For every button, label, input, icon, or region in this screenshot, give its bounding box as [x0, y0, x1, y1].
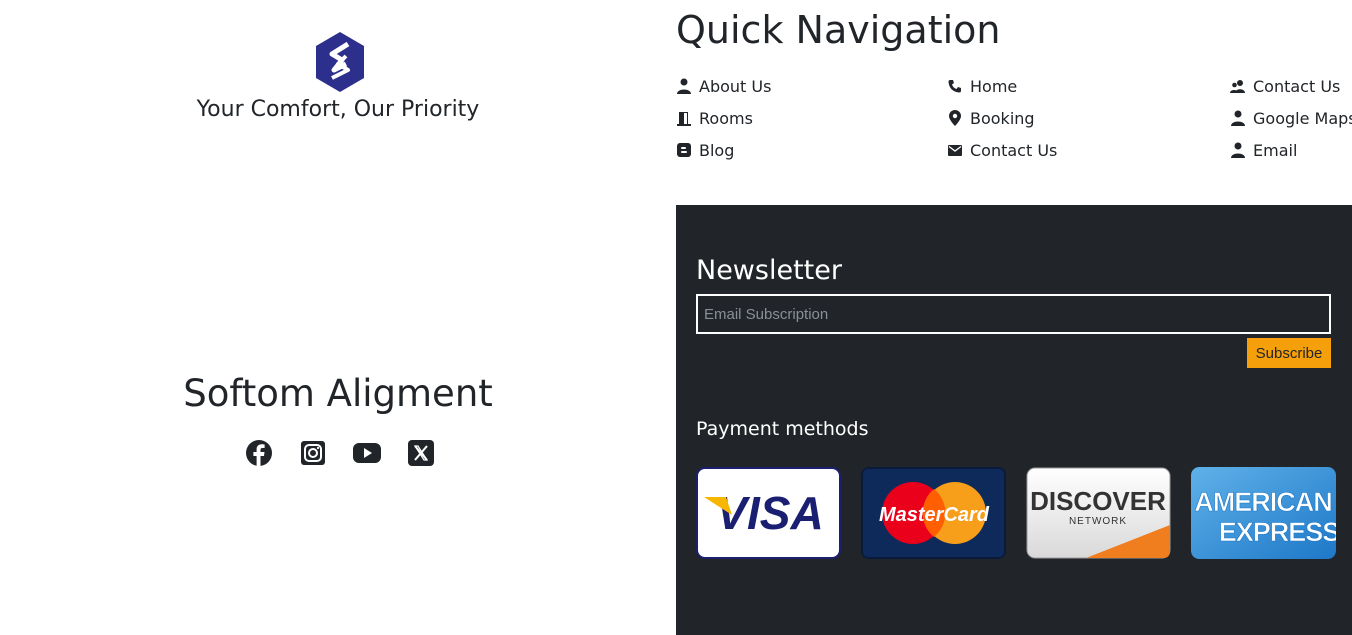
nav-link-label: Contact Us	[1253, 76, 1341, 96]
nav-link-contact-us-2[interactable]: Contact Us	[1230, 70, 1352, 102]
map-pin-icon	[947, 110, 963, 126]
mastercard-logo-text: MasterCard	[879, 504, 990, 526]
person-icon	[676, 78, 692, 94]
mastercard-card: MasterCard	[861, 467, 1006, 559]
person-icon	[1230, 110, 1246, 126]
tagline: Your Comfort, Our Priority	[196, 97, 480, 122]
email-subscription-input[interactable]	[696, 294, 1331, 334]
people-icon	[1230, 78, 1246, 94]
visa-logo-text: VISA	[716, 487, 823, 539]
nav-link-about-us[interactable]: About Us	[676, 70, 771, 102]
nav-link-label: Rooms	[699, 108, 753, 128]
quick-nav-column-3: Contact Us Google Maps Email	[1230, 70, 1352, 166]
social-links	[244, 438, 436, 468]
door-icon	[676, 110, 692, 126]
subscribe-button[interactable]: Subscribe	[1247, 338, 1331, 368]
nav-link-label: Contact Us	[970, 140, 1058, 160]
nav-link-home[interactable]: Home	[947, 70, 1057, 102]
amex-logo-text-1: AMERICAN	[1194, 487, 1332, 517]
nav-link-label: Booking	[970, 108, 1035, 128]
nav-link-email[interactable]: Email	[1230, 134, 1352, 166]
discover-logo-text: DISCOVER	[1030, 486, 1166, 516]
discover-network-text: NETWORK	[1069, 516, 1127, 527]
nav-link-label: About Us	[699, 76, 772, 96]
nav-link-contact-us[interactable]: Contact Us	[947, 134, 1057, 166]
person-icon	[1230, 142, 1246, 158]
nav-link-label: Blog	[699, 140, 735, 160]
facebook-icon[interactable]	[244, 438, 274, 468]
envelope-icon	[947, 142, 963, 158]
phone-icon	[947, 78, 963, 94]
amex-logo-text-2: EXPRESS	[1219, 517, 1336, 547]
left-column: Your Comfort, Our Priority Softom Aligme…	[0, 0, 676, 635]
logo-icon	[312, 30, 368, 94]
nav-link-blog[interactable]: Blog	[676, 134, 771, 166]
nav-link-label: Google Maps	[1253, 108, 1352, 128]
payment-methods-title: Payment methods	[696, 418, 869, 440]
nav-link-rooms[interactable]: Rooms	[676, 102, 771, 134]
brand-name: Softom Aligment	[183, 372, 493, 415]
youtube-icon[interactable]	[352, 438, 382, 468]
amex-card: AMERICAN EXPRESS	[1191, 467, 1336, 559]
quick-nav-column-2: Home Booking Contact Us	[947, 70, 1057, 166]
x-icon[interactable]	[406, 438, 436, 468]
discover-card: DISCOVER NETWORK	[1026, 467, 1171, 559]
nav-link-google-maps[interactable]: Google Maps	[1230, 102, 1352, 134]
instagram-icon[interactable]	[298, 438, 328, 468]
nav-link-label: Home	[970, 76, 1018, 96]
newsletter-panel: Newsletter Subscribe Payment methods VIS…	[676, 205, 1352, 635]
quick-nav-column-1: About Us Rooms Blog	[676, 70, 771, 166]
payment-cards: VISA MasterCard DISCOVER NETWORK AMERICA…	[696, 467, 1336, 559]
visa-card: VISA	[696, 467, 841, 559]
nav-link-label: Email	[1253, 140, 1298, 160]
nav-link-booking[interactable]: Booking	[947, 102, 1057, 134]
blogger-icon	[676, 142, 692, 158]
newsletter-title: Newsletter	[696, 255, 842, 286]
quick-navigation-title: Quick Navigation	[676, 8, 1001, 52]
